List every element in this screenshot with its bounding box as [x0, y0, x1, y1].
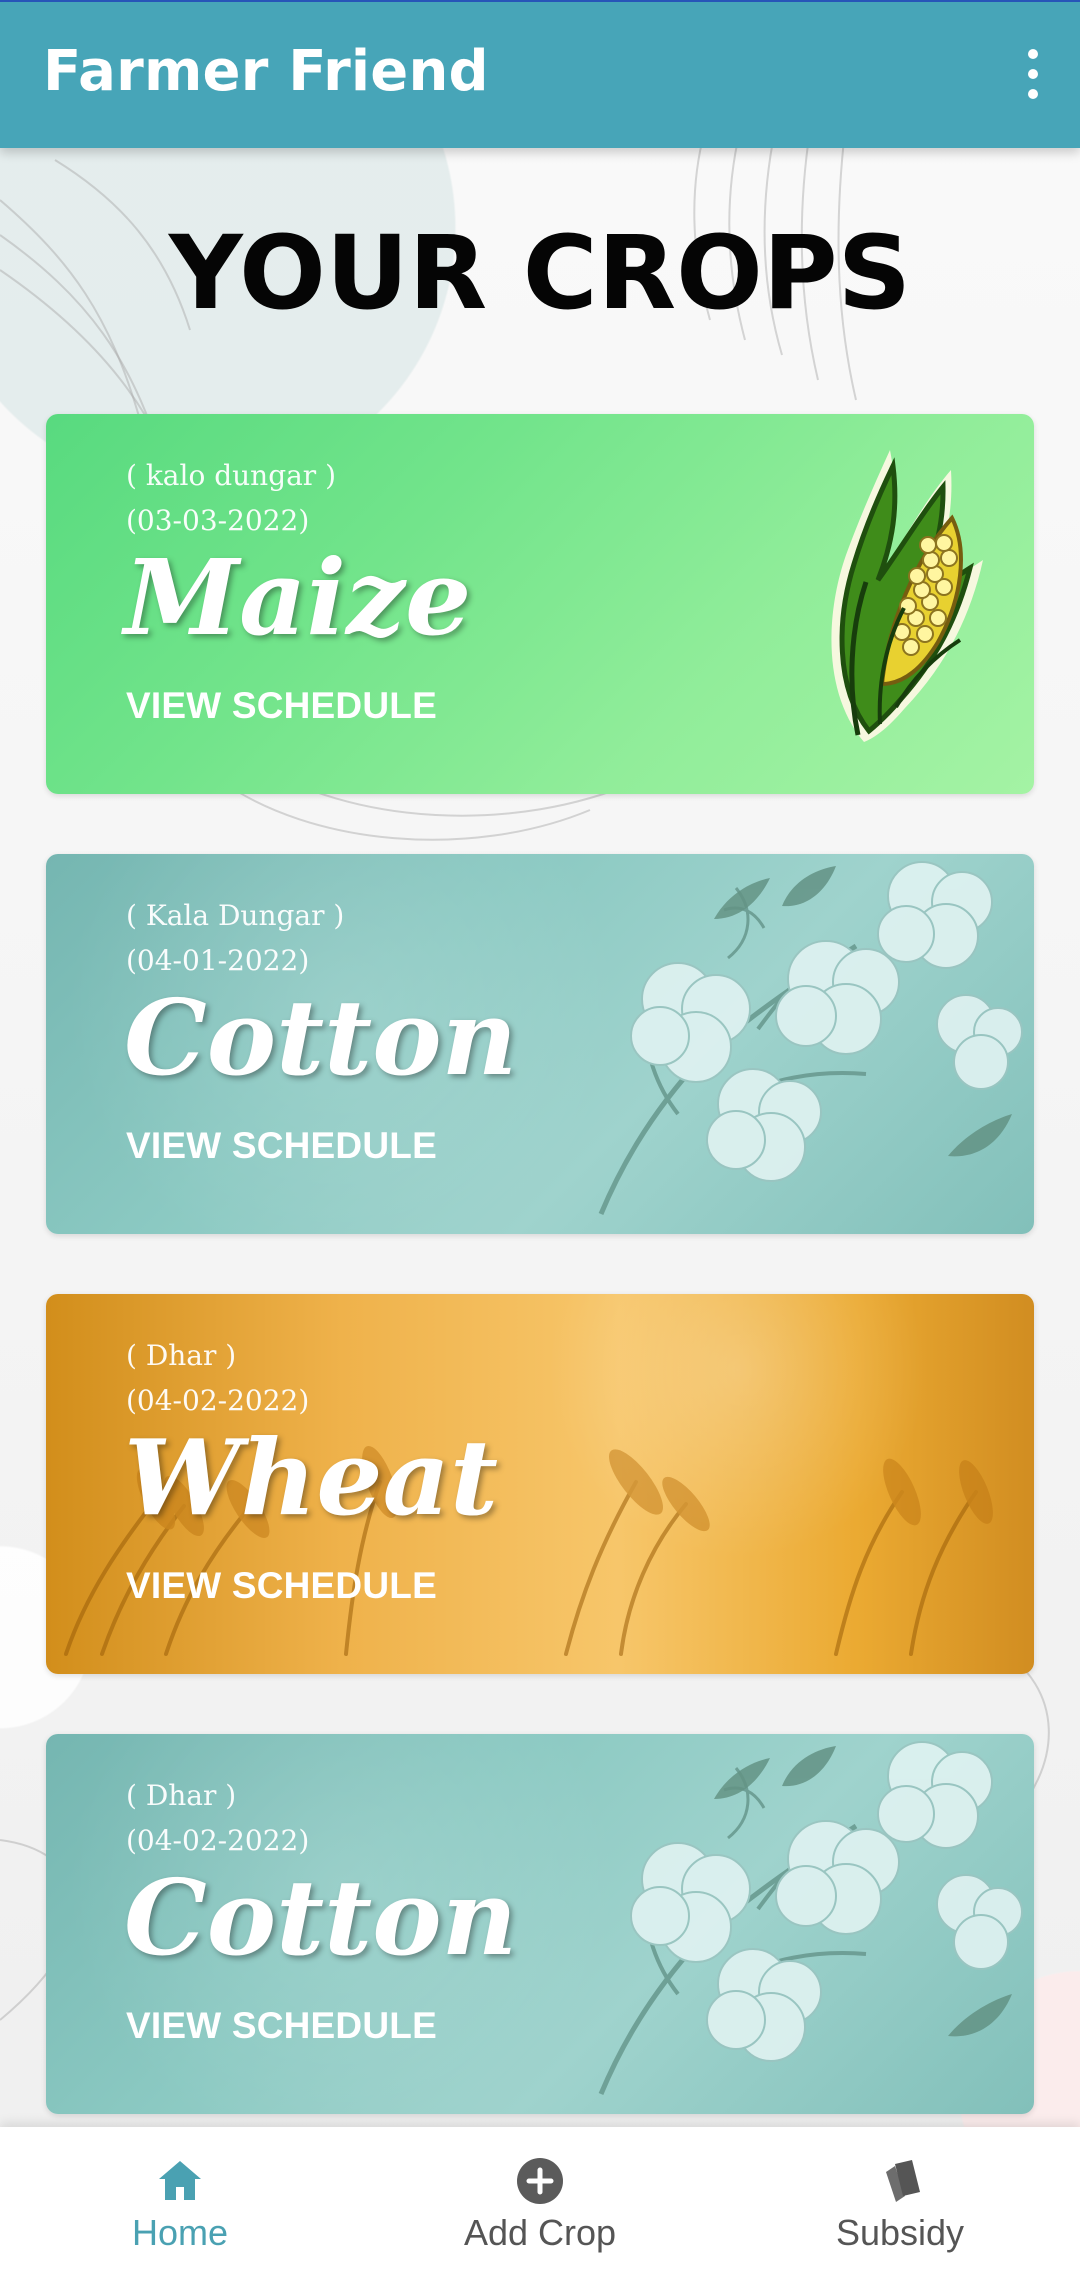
nav-label: Subsidy [835, 2212, 965, 2253]
nav-subsidy[interactable]: Subsidy [720, 2127, 1080, 2274]
crop-date: (04-02-2022) [126, 1384, 310, 1417]
top-app-bar: Farmer Friend [0, 0, 1080, 148]
crop-card-cotton[interactable]: ( Kala Dungar ) (04-01-2022) Cotton VIEW… [46, 854, 1034, 1234]
crop-name: Wheat [124, 1416, 499, 1539]
view-schedule-button[interactable]: VIEW SCHEDULE [116, 685, 447, 727]
crop-date: (03-03-2022) [126, 504, 310, 537]
more-vert-icon [1028, 49, 1038, 99]
page-title: YOUR CROPS [168, 214, 912, 333]
crop-card-content: ( Dhar ) (04-02-2022) Cotton VIEW SCHEDU… [46, 1734, 1034, 2114]
crop-location: ( kalo dungar ) [126, 459, 337, 492]
crop-location: ( Dhar ) [126, 1779, 237, 1812]
nav-add-crop[interactable]: Add Crop [360, 2127, 720, 2274]
crop-date: (04-01-2022) [126, 944, 310, 977]
bottom-navigation: Home Add Crop Subsidy [0, 2127, 1080, 2274]
farmer-friend-screen: Farmer Friend YOUR CROPS (kalo dungar)… [0, 0, 1080, 2274]
add-circle-icon [517, 2158, 563, 2204]
crop-card-wheat[interactable]: ( Dhar ) (04-02-2022) Wheat VIEW SCHEDUL… [46, 1294, 1034, 1674]
app-title: Farmer Friend [43, 39, 489, 104]
crop-name: Cotton [124, 976, 518, 1099]
nav-label: Add Crop [463, 2212, 617, 2253]
crop-card-content: ( Kala Dungar ) (04-01-2022) Cotton VIEW… [46, 854, 1034, 1234]
overflow-menu-button[interactable] [1016, 46, 1050, 102]
crop-location: ( Dhar ) [126, 1339, 237, 1372]
crop-name: Maize [124, 536, 472, 659]
crop-name: Cotton [124, 1856, 518, 1979]
crop-date: (04-02-2022) [126, 1824, 310, 1857]
nav-label: Home [131, 2212, 229, 2253]
view-schedule-button[interactable]: VIEW SCHEDULE [116, 2005, 447, 2047]
view-schedule-button[interactable]: VIEW SCHEDULE [116, 1125, 447, 1167]
crop-card-cotton[interactable]: ( Dhar ) (04-02-2022) Cotton VIEW SCHEDU… [46, 1734, 1034, 2114]
nav-home[interactable]: Home [0, 2127, 360, 2274]
crop-card-maize[interactable]: ( kalo dungar ) (03-03-2022) Maize VIEW … [46, 414, 1034, 794]
view-schedule-button[interactable]: VIEW SCHEDULE [116, 1565, 447, 1607]
home-icon [159, 2161, 201, 2200]
cards-icon [886, 2160, 920, 2202]
crop-location: ( Kala Dungar ) [126, 899, 345, 932]
crop-card-content: ( Dhar ) (04-02-2022) Wheat VIEW SCHEDUL… [46, 1294, 1034, 1674]
crop-card-content: ( kalo dungar ) (03-03-2022) Maize VIEW … [46, 414, 1034, 794]
